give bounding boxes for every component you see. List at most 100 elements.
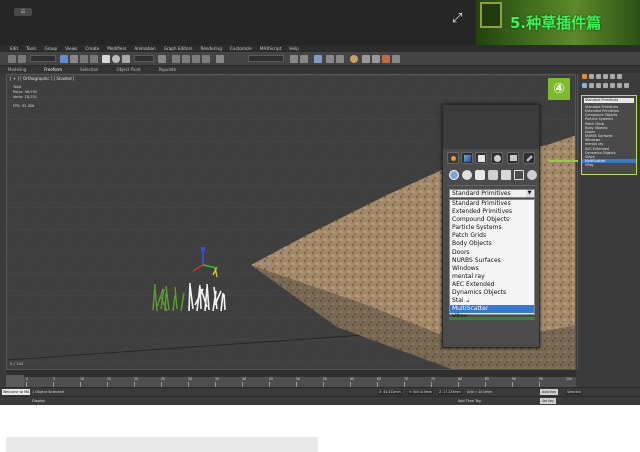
list-item-patch-grids[interactable]: Patch Grids — [450, 232, 534, 240]
utilities-tab-icon[interactable] — [523, 152, 535, 164]
category-dropdown-value: Standard Primitives — [452, 190, 511, 197]
utilities-tab-icon[interactable] — [617, 74, 622, 79]
spinner-snap-icon[interactable] — [202, 55, 210, 63]
edit-named-sets-icon[interactable] — [216, 55, 224, 63]
list-item-windows[interactable]: Windows — [450, 265, 534, 273]
pivot-icon[interactable] — [158, 55, 166, 63]
cameras-icon[interactable] — [603, 83, 608, 88]
menu-item-modifiers[interactable]: Modifiers — [107, 46, 126, 51]
display-tab-icon[interactable] — [507, 152, 519, 164]
create-tab-icon[interactable] — [447, 152, 459, 164]
create-tab-icon[interactable] — [582, 74, 587, 79]
menu-item-customize[interactable]: Customize — [230, 46, 252, 51]
menu-item-edit[interactable]: Edit — [10, 46, 18, 51]
list-item-standard-primitives[interactable]: Standard Primitives — [450, 200, 534, 208]
lights-icon[interactable] — [596, 83, 601, 88]
rotate-icon[interactable] — [112, 55, 120, 63]
small-list-item[interactable]: VRay — [582, 163, 636, 167]
menu-item-maxscript[interactable]: MAXScript — [260, 46, 282, 51]
render-setup-icon[interactable] — [362, 55, 370, 63]
cameras-icon[interactable] — [488, 170, 498, 180]
window-crossing-icon[interactable] — [90, 55, 98, 63]
chevron-down-icon[interactable]: ▼ — [526, 190, 533, 197]
material-editor-icon[interactable] — [350, 55, 358, 63]
category-dropdown-small[interactable]: Standard Primitives — [584, 98, 634, 103]
video-player-bar[interactable] — [6, 437, 318, 452]
list-item-extended-primitives[interactable]: Extended Primitives — [450, 208, 534, 216]
undo-icon[interactable] — [8, 55, 16, 63]
redo-icon[interactable] — [18, 55, 26, 63]
move-icon[interactable] — [102, 55, 110, 63]
viewport-frame-counter: 0 / 100 — [10, 361, 24, 366]
menu-item-create[interactable]: Create — [85, 46, 99, 51]
menu-bar: Edit Tools Group Views Create Modifiers … — [0, 45, 640, 52]
chapter-thumbnail: 5.种草插件篇 — [476, 0, 640, 45]
rendered-frame-icon[interactable] — [372, 55, 380, 63]
layer-manager-icon[interactable] — [314, 55, 322, 63]
ribbon-tab-selection[interactable]: Selection — [80, 67, 98, 72]
shapes-icon[interactable] — [589, 83, 594, 88]
systems-icon[interactable] — [527, 170, 537, 180]
menu-item-tools[interactable]: Tools — [26, 46, 36, 51]
angle-snap-icon[interactable] — [182, 55, 190, 63]
panel-bottom-indicator — [449, 317, 535, 320]
motion-tab-icon[interactable] — [603, 74, 608, 79]
display-tab-icon[interactable] — [610, 74, 615, 79]
helpers-icon[interactable] — [501, 170, 511, 180]
space-warps-icon[interactable] — [617, 83, 622, 88]
chapter-title: 5.种草插件篇 — [510, 14, 602, 32]
ribbon-tab-object-paint[interactable]: Object Paint — [116, 67, 140, 72]
modify-tab-icon[interactable] — [461, 152, 473, 164]
modify-tab-icon[interactable] — [589, 74, 594, 79]
menu-item-rendering[interactable]: Rendering — [200, 46, 221, 51]
schematic-view-icon[interactable] — [336, 55, 344, 63]
hierarchy-tab-icon[interactable] — [596, 74, 601, 79]
geometry-icon[interactable] — [582, 83, 587, 88]
reference-coord-select[interactable] — [134, 55, 154, 62]
align-icon[interactable] — [300, 55, 308, 63]
menu-item-views[interactable]: Views — [65, 46, 77, 51]
snap-icon[interactable] — [172, 55, 180, 63]
region-select-icon[interactable] — [80, 55, 88, 63]
geometry-icon[interactable] — [449, 170, 459, 180]
list-item-body-objects[interactable]: Body Objects — [450, 240, 534, 248]
list-item-doors[interactable]: Doors — [450, 249, 534, 257]
step-callout-badge: ④ — [548, 78, 570, 100]
menu-item-help[interactable]: Help — [289, 46, 299, 51]
list-item-particle-systems[interactable]: Particle Systems — [450, 224, 534, 232]
render-production-icon[interactable] — [382, 55, 390, 63]
zoomed-category-icons — [447, 170, 537, 182]
curve-editor-icon[interactable] — [326, 55, 334, 63]
viewport-label[interactable]: [ + ] [ Orthographic ] [ Shaded ] — [10, 76, 74, 81]
category-dropdown[interactable]: Standard Primitives ▼ — [449, 189, 535, 198]
space-warps-icon[interactable] — [514, 170, 524, 180]
playlist-button[interactable]: ☷ — [14, 8, 32, 16]
systems-icon[interactable] — [624, 83, 629, 88]
fullscreen-expand-icon[interactable]: ⤢ — [452, 12, 466, 26]
ribbon-tab-freeform[interactable]: Freeform — [44, 67, 62, 72]
menu-item-group[interactable]: Group — [44, 46, 57, 51]
select-object-icon[interactable] — [60, 55, 68, 63]
shapes-icon[interactable] — [462, 170, 472, 180]
hierarchy-tab-icon[interactable] — [475, 152, 487, 164]
scale-icon[interactable] — [122, 55, 130, 63]
named-selection-select[interactable] — [248, 55, 284, 62]
list-item-aec-extended[interactable]: AEC Extended — [450, 281, 534, 289]
selection-filter-select[interactable] — [30, 55, 56, 62]
motion-tab-icon[interactable] — [491, 152, 503, 164]
mirror-icon[interactable] — [290, 55, 298, 63]
ribbon-tab-modeling[interactable]: Modeling — [8, 67, 26, 72]
ribbon-tab-populate[interactable]: Populate — [159, 67, 176, 72]
list-item-compound-objects[interactable]: Compound Objects — [450, 216, 534, 224]
zoomed-command-panel: Standard Primitives ▼ Standard Primitive… — [442, 104, 540, 348]
menu-item-animation[interactable]: Animation — [134, 46, 155, 51]
menu-item-graph-editors[interactable]: Graph Editors — [164, 46, 193, 51]
list-item-mental-ray[interactable]: mental ray — [450, 273, 534, 281]
list-item-multiscatter-selected[interactable]: MultiScatter — [450, 305, 534, 314]
select-by-name-icon[interactable] — [70, 55, 78, 63]
helpers-icon[interactable] — [610, 83, 615, 88]
list-item-nurbs-surfaces[interactable]: NURBS Surfaces — [450, 257, 534, 265]
percent-snap-icon[interactable] — [192, 55, 200, 63]
lights-icon[interactable] — [475, 170, 485, 180]
render-iterative-icon[interactable] — [392, 55, 400, 63]
